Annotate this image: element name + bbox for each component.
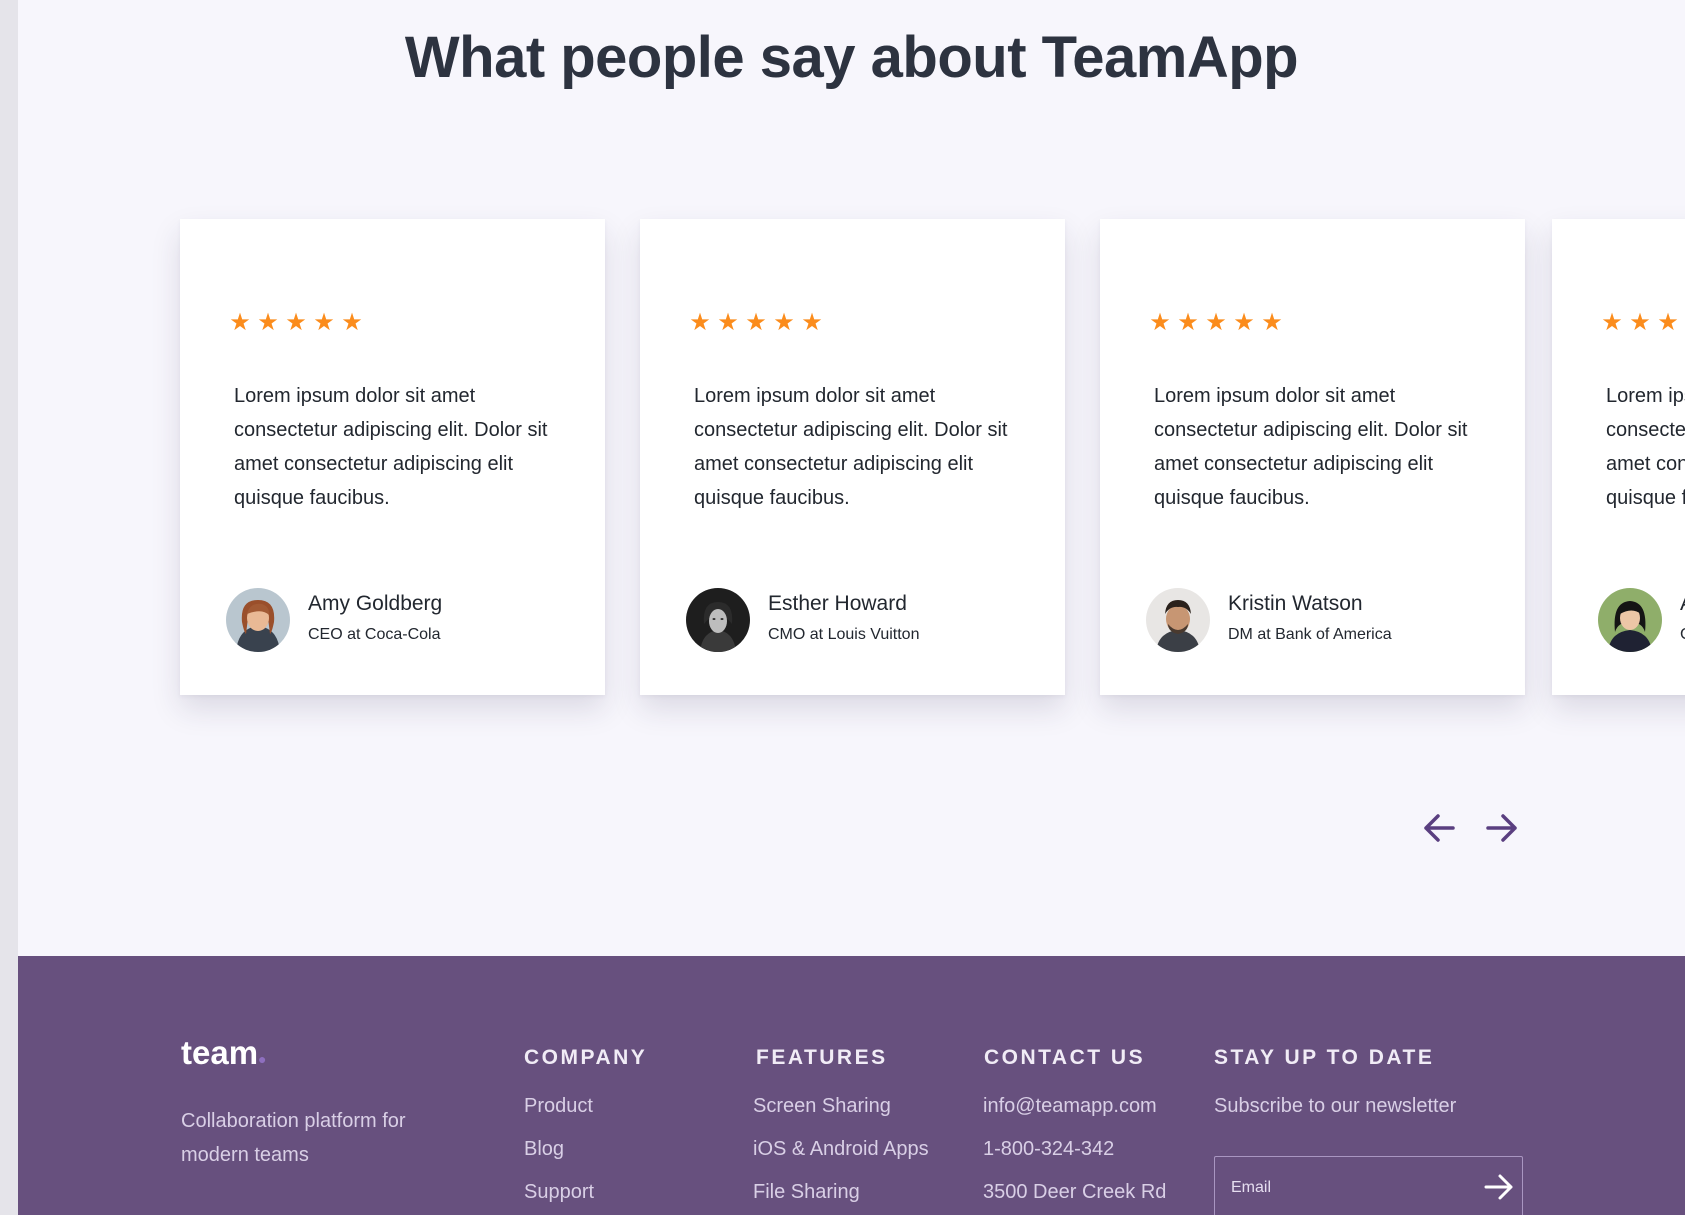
star-rating: ★ ★ ★ ★ ★ (1601, 311, 1685, 335)
testimonial-card: ★ ★ ★ ★ ★ Lorem ipsum dolor sit amet con… (640, 219, 1065, 695)
logo-dot: ● (258, 1051, 267, 1067)
footer-contact-email[interactable]: info@teamapp.com (983, 1095, 1157, 1118)
avatar (1146, 588, 1210, 652)
avatar (686, 588, 750, 652)
star-icon: ★ (1657, 309, 1679, 336)
arrow-left-icon (1424, 814, 1455, 842)
footer-contact-address: 3500 Deer Creek Rd (983, 1181, 1167, 1203)
testimonial-quote: Lorem ipsum dolor sit amet consectetur a… (694, 385, 1008, 509)
star-icon: ★ (1601, 309, 1623, 336)
carousel-next-button[interactable] (1479, 805, 1525, 851)
star-icon: ★ (773, 309, 795, 336)
footer-link-mobile-apps[interactable]: iOS & Android Apps (753, 1138, 929, 1161)
scrollbar-gutter (1685, 0, 1693, 1215)
footer-tagline: Collaboration platform for modern teams (181, 1110, 406, 1166)
star-rating: ★ ★ ★ ★ ★ (1149, 311, 1283, 335)
star-icon: ★ (1233, 309, 1255, 336)
star-icon: ★ (1629, 309, 1651, 336)
carousel-prev-button[interactable] (1416, 805, 1462, 851)
star-icon: ★ (1205, 309, 1227, 336)
star-icon: ★ (1149, 309, 1171, 336)
star-icon: ★ (257, 309, 279, 336)
footer-link-support[interactable]: Support (524, 1181, 594, 1204)
testimonial-card: ★ ★ ★ ★ ★ Lorem ipsum dolor sit amet con… (1552, 219, 1685, 695)
star-icon: ★ (689, 309, 711, 336)
star-icon: ★ (341, 309, 363, 336)
footer-logo[interactable]: team● (181, 1034, 267, 1072)
star-icon: ★ (801, 309, 823, 336)
star-icon: ★ (745, 309, 767, 336)
footer-heading-newsletter: STAY UP TO DATE (1214, 1046, 1435, 1069)
section-heading: What people say about TeamApp (404, 25, 1299, 90)
avatar (226, 588, 290, 652)
star-icon: ★ (285, 309, 307, 336)
newsletter-subtitle: Subscribe to our newsletter (1214, 1095, 1457, 1117)
star-icon: ★ (229, 309, 251, 336)
star-rating: ★ ★ ★ ★ ★ (689, 311, 823, 335)
footer-link-file-sharing[interactable]: File Sharing (753, 1181, 860, 1204)
star-icon: ★ (1261, 309, 1283, 336)
testimonial-quote: Lorem ipsum dolor sit amet consectetur a… (1606, 385, 1685, 509)
footer-heading-features: FEATURES (756, 1046, 888, 1069)
star-icon: ★ (717, 309, 739, 336)
star-icon: ★ (313, 309, 335, 336)
star-rating: ★ ★ ★ ★ ★ (229, 311, 363, 335)
footer-link-blog[interactable]: Blog (524, 1138, 564, 1161)
footer-contact-phone[interactable]: 1-800-324-342 (983, 1138, 1114, 1161)
footer-link-product[interactable]: Product (524, 1095, 593, 1118)
testimonial-name: Amy Goldberg (308, 592, 443, 615)
star-icon: ★ (1177, 309, 1199, 336)
testimonial-quote: Lorem ipsum dolor sit amet consectetur a… (234, 385, 548, 509)
avatar (1598, 588, 1662, 652)
site-footer: team● Collaboration platform for modern … (18, 956, 1685, 1215)
testimonial-role: CMO at Louis Vuitton (768, 626, 920, 643)
logo-text: team (181, 1034, 259, 1071)
testimonials-page: What people say about TeamApp ★ ★ ★ ★ ★ … (18, 0, 1685, 1215)
footer-heading-company: COMPANY (524, 1046, 648, 1069)
testimonial-role: DM at Bank of America (1228, 626, 1392, 643)
newsletter-form (1214, 1156, 1523, 1215)
testimonial-card: ★ ★ ★ ★ ★ Lorem ipsum dolor sit amet con… (180, 219, 605, 695)
newsletter-email-input[interactable] (1231, 1179, 1471, 1197)
testimonial-name: Esther Howard (768, 592, 907, 615)
testimonial-role: CEO at Coca-Cola (308, 626, 441, 643)
arrow-right-icon (1484, 1174, 1513, 1200)
testimonial-name: Kristin Watson (1228, 592, 1363, 615)
footer-link-screen-sharing[interactable]: Screen Sharing (753, 1095, 891, 1118)
footer-heading-contact: CONTACT US (984, 1046, 1146, 1069)
newsletter-submit-button[interactable] (1481, 1169, 1517, 1205)
arrow-right-icon (1486, 814, 1517, 842)
testimonial-quote: Lorem ipsum dolor sit amet consectetur a… (1154, 385, 1468, 509)
testimonial-card: ★ ★ ★ ★ ★ Lorem ipsum dolor sit amet con… (1100, 219, 1525, 695)
